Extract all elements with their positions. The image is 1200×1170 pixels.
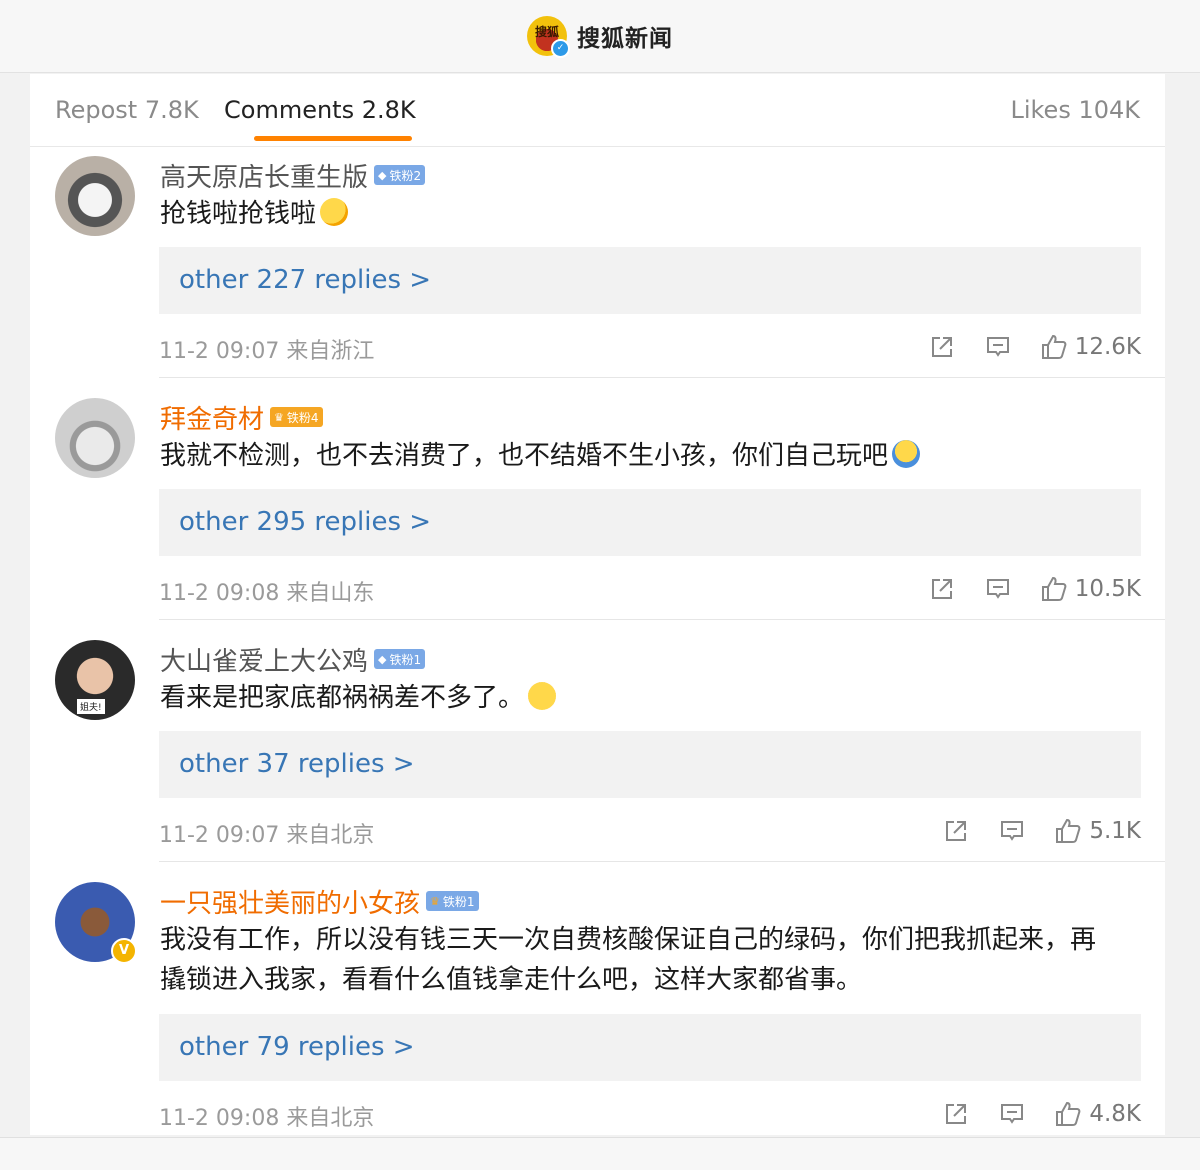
- crown-icon: ♛: [430, 894, 440, 908]
- comments-card: Repost 7.8K Comments 2.8K Likes 104K 高天原…: [30, 74, 1165, 1135]
- repost-icon[interactable]: [941, 1099, 971, 1129]
- fan-badge-label: 铁粉4: [286, 410, 319, 425]
- replies-link[interactable]: other 37 replies >: [159, 731, 1141, 798]
- divider: [159, 377, 1165, 378]
- comment-text-content: 看来是把家底都祸祸差不多了。: [160, 683, 525, 713]
- comment-item: 拜金奇材 ♛ 铁粉4 我就不检测，也不去消费了，也不结婚不生小孩，你们自己玩吧 o…: [30, 396, 1165, 626]
- brand-name: 搜狐新闻: [577, 26, 673, 52]
- comment-actions: 4.8K: [941, 1094, 1141, 1134]
- tab-repost[interactable]: Repost 7.8K: [55, 96, 199, 124]
- replies-link[interactable]: other 295 replies >: [159, 489, 1141, 556]
- divider: [159, 619, 1165, 620]
- comment-text: 看来是把家底都祸祸差不多了。: [160, 678, 1120, 718]
- tab-likes[interactable]: Likes 104K: [1010, 96, 1140, 124]
- comment-icon[interactable]: [997, 1099, 1027, 1129]
- avatar[interactable]: 姐夫!: [55, 640, 135, 720]
- like-icon[interactable]: [1039, 332, 1069, 362]
- timestamp-location: 11-2 09:07 来自浙江: [159, 339, 375, 364]
- verified-v-icon: V: [111, 938, 137, 964]
- username-line: 大山雀爱上大公鸡 ◆ 铁粉1: [160, 641, 426, 678]
- comment-meta: 11-2 09:08 来自山东 10.5K: [159, 569, 1141, 609]
- username[interactable]: 一只强壮美丽的小女孩: [160, 883, 420, 920]
- replies-label: other 79 replies >: [179, 1032, 415, 1062]
- username[interactable]: 大山雀爱上大公鸡: [160, 641, 368, 678]
- username-line: 一只强壮美丽的小女孩 ♛ 铁粉1: [160, 883, 479, 920]
- avatar[interactable]: V: [55, 882, 137, 964]
- sohu-logo-icon: 搜狐 ✓: [527, 16, 570, 58]
- username[interactable]: 拜金奇材: [160, 399, 264, 436]
- active-tab-indicator: [254, 136, 412, 141]
- comment-text: 我没有工作，所以没有钱三天一次自费核酸保证自己的绿码，你们把我抓起来，再撬锁进入…: [160, 920, 1120, 1000]
- like-count: 12.6K: [1074, 334, 1141, 360]
- repost-icon[interactable]: [927, 574, 957, 604]
- top-bar: 搜狐 ✓ 搜狐新闻: [0, 0, 1200, 73]
- comment-text-content: 抢钱啦抢钱啦: [160, 199, 317, 229]
- comment-text-content: 我就不检测，也不去消费了，也不结婚不生小孩，你们自己玩吧: [160, 441, 889, 471]
- like-icon[interactable]: [1053, 1099, 1083, 1129]
- replies-label: other 227 replies >: [179, 265, 432, 295]
- comment-item: V 一只强壮美丽的小女孩 ♛ 铁粉1 我没有工作，所以没有钱三天一次自费核酸保证自…: [30, 880, 1165, 1135]
- timestamp-location: 11-2 09:08 来自北京: [159, 1106, 375, 1131]
- replies-link[interactable]: other 227 replies >: [159, 247, 1141, 314]
- avatar[interactable]: [55, 156, 135, 236]
- fan-badge: ◆ 铁粉2: [374, 165, 426, 185]
- fan-badge: ◆ 铁粉1: [374, 649, 426, 669]
- repost-icon[interactable]: [941, 816, 971, 846]
- bottom-bar: [0, 1137, 1200, 1170]
- logo-text: 搜狐: [534, 24, 559, 39]
- shrug-emoji-icon: [892, 440, 921, 468]
- divider: [159, 861, 1165, 862]
- repost-icon[interactable]: [927, 332, 957, 362]
- tab-comments[interactable]: Comments 2.8K: [224, 96, 416, 124]
- fan-badge-label: 铁粉1: [389, 652, 422, 667]
- fan-badge-label: 铁粉2: [389, 168, 422, 183]
- tab-bar: Repost 7.8K Comments 2.8K Likes 104K: [30, 74, 1165, 147]
- username-line: 高天原店长重生版 ◆ 铁粉2: [160, 157, 426, 194]
- comment-text: 我就不检测，也不去消费了，也不结婚不生小孩，你们自己玩吧: [160, 436, 1120, 476]
- comment-actions: 12.6K: [927, 327, 1141, 367]
- diamond-icon: ◆: [378, 652, 387, 666]
- username[interactable]: 高天原店长重生版: [160, 157, 368, 194]
- brand[interactable]: 搜狐 ✓ 搜狐新闻: [527, 16, 673, 58]
- avatar[interactable]: [55, 398, 135, 478]
- comment-actions: 10.5K: [927, 569, 1141, 609]
- diamond-icon: ◆: [378, 168, 387, 182]
- comment-item: 高天原店长重生版 ◆ 铁粉2 抢钱啦抢钱啦 other 227 replies >…: [30, 154, 1165, 384]
- laughing-tears-emoji-icon: [528, 682, 557, 710]
- party-face-emoji-icon: [320, 198, 349, 226]
- crown-icon: ♛: [274, 410, 284, 424]
- timestamp-location: 11-2 09:08 来自山东: [159, 581, 375, 606]
- comment-icon[interactable]: [983, 574, 1013, 604]
- comment-actions: 5.1K: [941, 811, 1141, 851]
- avatar-caption: 姐夫!: [77, 699, 105, 714]
- username-line: 拜金奇材 ♛ 铁粉4: [160, 399, 323, 436]
- like-icon[interactable]: [1039, 574, 1069, 604]
- fan-badge-label: 铁粉1: [442, 894, 475, 909]
- like-icon[interactable]: [1053, 816, 1083, 846]
- replies-label: other 295 replies >: [179, 507, 432, 537]
- fan-badge: ♛ 铁粉1: [426, 891, 479, 911]
- verified-icon: ✓: [551, 39, 570, 58]
- like-count: 10.5K: [1074, 576, 1141, 602]
- comment-text-content: 我没有工作，所以没有钱三天一次自费核酸保证自己的绿码，你们把我抓起来，再撬锁进入…: [160, 925, 1097, 995]
- replies-link[interactable]: other 79 replies >: [159, 1014, 1141, 1081]
- comment-meta: 11-2 09:07 来自浙江 12.6K: [159, 327, 1141, 367]
- comment-item: 姐夫! 大山雀爱上大公鸡 ◆ 铁粉1 看来是把家底都祸祸差不多了。 other 3…: [30, 638, 1165, 868]
- like-count: 5.1K: [1089, 818, 1141, 844]
- comment-text: 抢钱啦抢钱啦: [160, 194, 1120, 234]
- comment-icon[interactable]: [997, 816, 1027, 846]
- replies-label: other 37 replies >: [179, 749, 415, 779]
- timestamp-location: 11-2 09:07 来自北京: [159, 823, 375, 848]
- comment-icon[interactable]: [983, 332, 1013, 362]
- fan-badge: ♛ 铁粉4: [270, 407, 323, 427]
- like-count: 4.8K: [1089, 1101, 1141, 1127]
- comment-meta: 11-2 09:07 来自北京 5.1K: [159, 811, 1141, 851]
- comment-meta: 11-2 09:08 来自北京 4.8K: [159, 1094, 1141, 1134]
